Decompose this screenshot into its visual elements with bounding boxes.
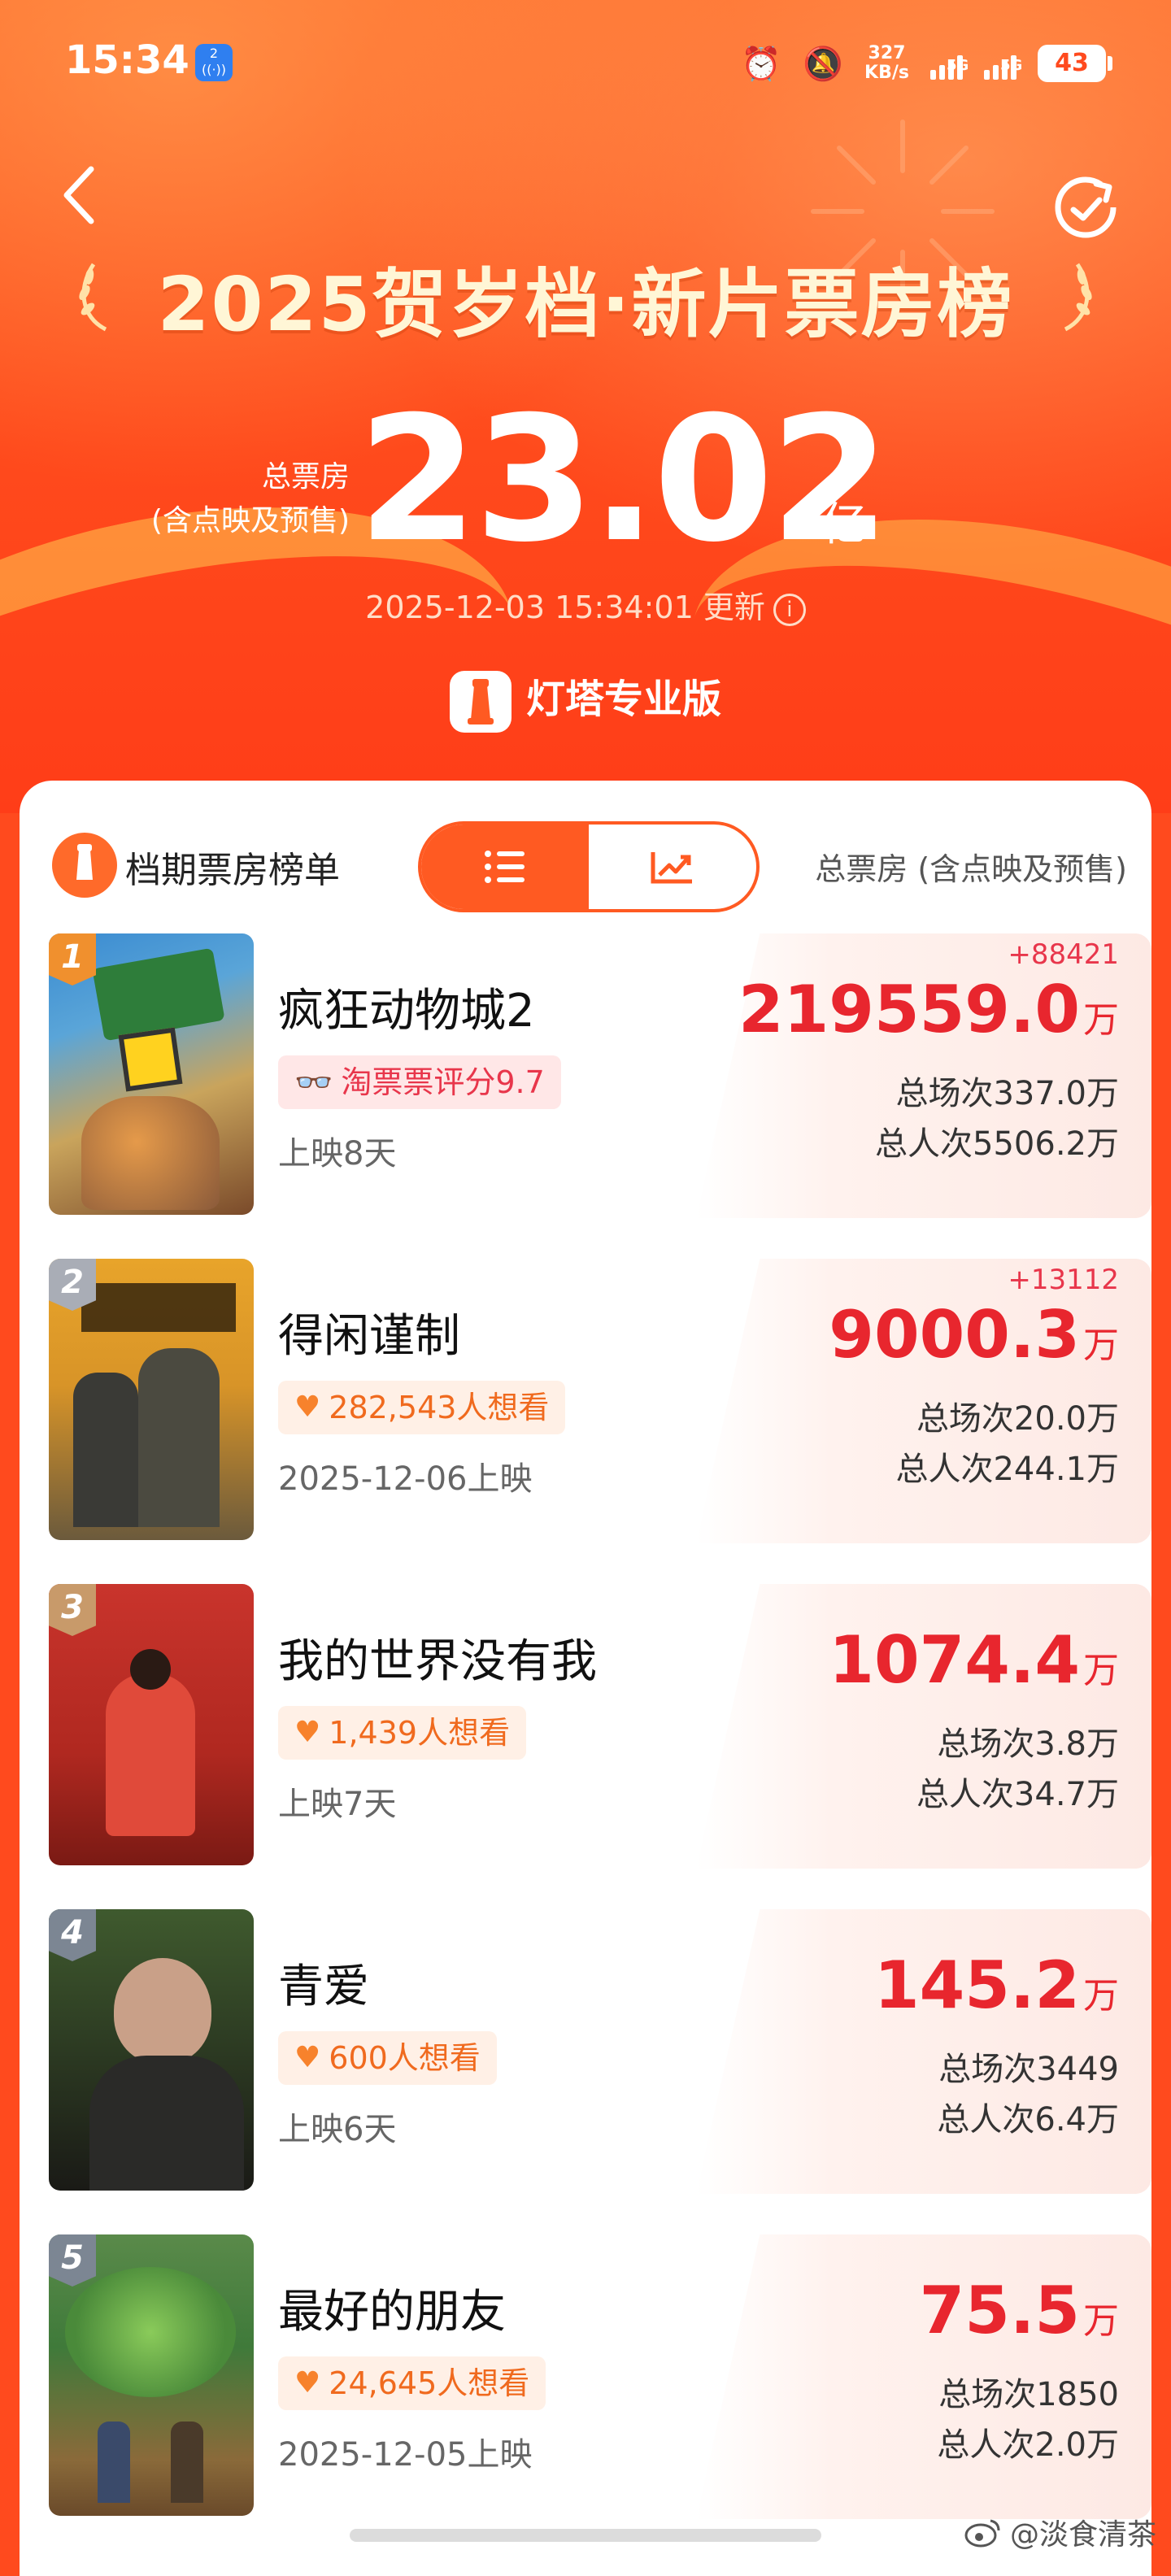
want-to-see-badge: ♥ 600人想看	[278, 2031, 497, 2085]
info-icon[interactable]: i	[773, 593, 806, 626]
movie-title: 我的世界没有我	[278, 1635, 597, 1688]
total-admissions: 总人次34.7万	[916, 1776, 1119, 1813]
box-office-delta: +13112	[1008, 1264, 1119, 1296]
view-toggle	[418, 821, 760, 912]
list-header: 档期票房榜单 总票房 (含点映及预售)	[20, 781, 1151, 919]
movie-poster[interactable]: 2	[49, 1259, 254, 1540]
total-screenings: 总场次1850	[938, 2376, 1119, 2413]
total-admissions: 总人次5506.2万	[875, 1125, 1119, 1163]
heart-icon: ♥	[294, 1716, 321, 1749]
back-button[interactable]	[59, 163, 107, 228]
list-item[interactable]: 5 最好的朋友 ♥ 24,645人想看 2025-12-05上映 75.5万 总场…	[20, 2234, 1151, 2519]
rank-badge: 4	[49, 1909, 96, 1961]
box-office-value: 1074.4万	[829, 1622, 1119, 1698]
lighthouse-icon	[449, 671, 511, 733]
watermark: @淡食清茶	[964, 2511, 1156, 2553]
release-info: 上映6天	[278, 2111, 397, 2148]
refresh-button[interactable]	[1049, 171, 1122, 244]
total-screenings: 总场次20.0万	[916, 1400, 1119, 1438]
box-office-value: 219559.0万	[738, 972, 1119, 1047]
release-info: 2025-12-05上映	[278, 2436, 533, 2474]
list-item[interactable]: 4 青爱 ♥ 600人想看 上映6天 145.2万 总场次3449 总人次6.4万	[20, 1909, 1151, 2194]
total-admissions: 总人次6.4万	[937, 2101, 1119, 2139]
total-admissions: 总人次2.0万	[937, 2426, 1119, 2464]
movie-poster[interactable]: 4	[49, 1909, 254, 2191]
header-banner: 15:34 2 ((·)) ⏰ 🔕 327 KB/s 5G 5G 43 2025…	[0, 0, 1171, 813]
update-time: 2025-12-03 15:34:01 更新 i	[0, 582, 1171, 627]
heart-icon: ♥	[294, 2366, 321, 2400]
want-to-see-badge: ♥ 24,645人想看	[278, 2356, 546, 2410]
box-office-value: 75.5万	[919, 2273, 1119, 2348]
total-admissions: 总人次244.1万	[895, 1451, 1119, 1488]
brand-logo: 灯塔专业版	[0, 667, 1171, 733]
glasses-icon: 👓	[294, 1064, 333, 1100]
want-to-see-badge: ♥ 1,439人想看	[278, 1706, 527, 1760]
list-item[interactable]: 1 疯狂动物城2 👓 淘票票评分9.7 上映8天 +88421 219559.0万…	[20, 933, 1151, 1218]
rank-badge: 3	[49, 1584, 96, 1636]
total-screenings: 总场次337.0万	[895, 1075, 1119, 1112]
release-info: 上映8天	[278, 1135, 397, 1173]
page-title: 2025贺岁档·新片票房榜	[157, 261, 1014, 348]
movie-title: 青爱	[278, 1960, 369, 2013]
heart-icon: ♥	[294, 1390, 321, 1424]
movie-poster[interactable]: 5	[49, 2234, 254, 2516]
list-title: 档期票房榜单	[125, 850, 340, 891]
list-item[interactable]: 3 我的世界没有我 ♥ 1,439人想看 上映7天 1074.4万 总场次3.8万…	[20, 1584, 1151, 1869]
signal-icon: 5G	[984, 47, 1022, 80]
mute-bell-icon: 🔕	[803, 45, 844, 83]
chevron-left-icon	[63, 166, 94, 224]
rank-badge: 1	[49, 933, 96, 986]
home-indicator[interactable]	[350, 2529, 821, 2542]
total-screenings: 总场次3449	[938, 2051, 1119, 2088]
hotspot-icon: 2 ((·))	[195, 44, 233, 81]
movie-title: 得闲谨制	[278, 1310, 460, 1363]
total-box-office: 总票房 (含点映及预售) 23.02 亿	[0, 390, 1171, 569]
signal-icon: 5G	[930, 47, 969, 80]
column-label: 总票房 (含点映及预售)	[815, 851, 1127, 887]
alarm-icon: ⏰	[741, 45, 782, 83]
weibo-icon	[964, 2519, 1000, 2548]
list-view-button[interactable]	[421, 825, 589, 909]
chart-view-button[interactable]	[589, 825, 756, 909]
rank-badge: 2	[49, 1259, 96, 1311]
movie-title: 疯狂动物城2	[278, 985, 535, 1038]
network-speed: 327 KB/s	[864, 43, 909, 83]
heart-icon: ♥	[294, 2041, 321, 2074]
trend-chart-icon	[651, 852, 692, 884]
rank-badge: 5	[49, 2234, 96, 2287]
status-time: 15:34	[65, 37, 189, 83]
release-info: 2025-12-06上映	[278, 1460, 533, 1498]
box-office-value: 145.2万	[873, 1947, 1119, 2023]
box-office-list-card: 档期票房榜单 总票房 (含点映及预售) 1 疯狂动物城2 👓 淘票票评分9.7 …	[20, 781, 1151, 2576]
movie-poster[interactable]: 1	[49, 933, 254, 1215]
total-value: 23.02	[358, 379, 890, 580]
list-icon	[485, 851, 525, 883]
box-office-delta: +88421	[1008, 938, 1119, 971]
movie-poster[interactable]: 3	[49, 1584, 254, 1865]
lighthouse-icon	[52, 833, 117, 898]
battery-icon: 43	[1038, 45, 1112, 82]
box-office-value: 9000.3万	[829, 1297, 1119, 1373]
list-item[interactable]: 2 得闲谨制 ♥ 282,543人想看 2025-12-06上映 +13112 9…	[20, 1259, 1151, 1543]
total-label: 总票房 (含点映及预售)	[150, 460, 350, 537]
want-to-see-badge: ♥ 282,543人想看	[278, 1381, 566, 1434]
status-bar: 15:34 2 ((·)) ⏰ 🔕 327 KB/s 5G 5G 43	[0, 33, 1171, 98]
total-unit: 亿	[821, 498, 867, 551]
total-screenings: 总场次3.8万	[937, 1725, 1119, 1763]
movie-title: 最好的朋友	[278, 2286, 506, 2339]
release-info: 上映7天	[278, 1786, 397, 1823]
rating-badge: 👓 淘票票评分9.7	[278, 1055, 561, 1109]
